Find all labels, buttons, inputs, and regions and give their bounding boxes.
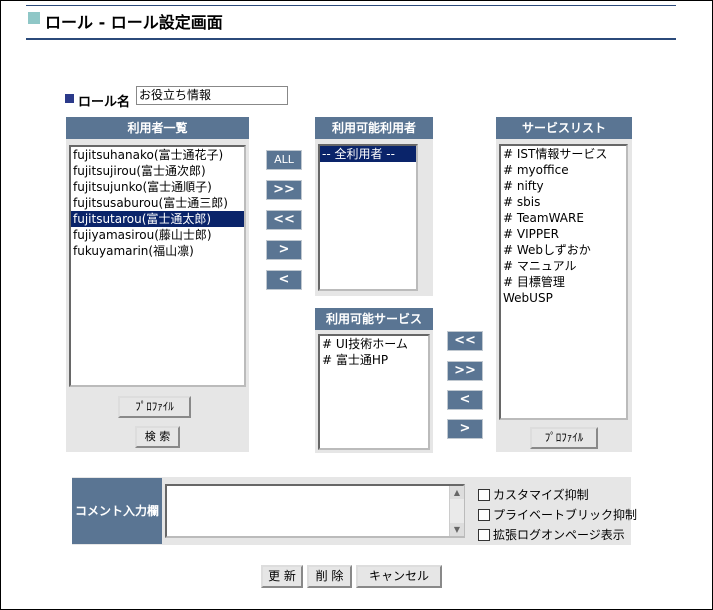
list-item[interactable]: # IST情報サービス [501,146,626,162]
service-list-panel-title: サービスリスト [496,117,632,139]
list-item[interactable]: # sbis [501,194,626,210]
scroll-down-icon[interactable]: ▼ [450,523,464,536]
page-title: ロール - ロール設定画面 [45,13,223,32]
comment-scrollbar[interactable]: ▲ ▼ [449,486,464,536]
list-item[interactable]: # TeamWARE [501,210,626,226]
service-profile-button[interactable]: ﾌﾟﾛﾌｧｲﾙ [530,427,598,449]
private-brick-suppress-checkbox[interactable]: プライベートブリック抑制 [478,506,637,523]
checkbox-label: 拡張ログオンページ表示 [493,528,625,542]
role-name-input[interactable] [136,86,288,105]
role-name-label: ロール名 [78,95,131,110]
list-item[interactable]: # VIPPER [501,226,626,242]
checkbox-icon[interactable] [478,488,490,501]
remove-user-button[interactable]: < [266,270,302,290]
extended-logon-page-checkbox[interactable]: 拡張ログオンページ表示 [478,526,625,543]
checkbox-label: カスタマイズ抑制 [493,488,589,502]
add-user-button[interactable]: > [266,240,302,260]
add-all-users-button[interactable]: >> [266,180,302,200]
all-button[interactable]: ALL [266,150,302,170]
users-panel-title: 利用者一覧 [66,117,249,139]
add-service-button[interactable]: > [447,419,483,439]
customize-suppress-checkbox[interactable]: カスタマイズ抑制 [478,486,589,503]
title-square-icon [28,12,40,24]
list-item[interactable]: WebUSP [501,290,626,306]
list-item[interactable]: fujitsusaburou(富士通三郎) [71,195,244,211]
delete-button[interactable]: 削 除 [307,565,352,588]
list-item[interactable]: -- 全利用者 -- [320,146,416,162]
available-users-listbox[interactable]: -- 全利用者 -- [318,144,418,291]
list-item[interactable]: # Webしずおか [501,242,626,258]
list-item[interactable]: fujitsuhanako(富士通花子) [71,147,244,163]
list-item[interactable]: # myoffice [501,162,626,178]
update-button[interactable]: 更 新 [261,565,303,588]
list-item[interactable]: # nifty [501,178,626,194]
list-item[interactable]: fukuyamarin(福山凛) [71,243,244,259]
service-listbox[interactable]: # IST情報サービス # myoffice # nifty # sbis # Team… [499,144,628,420]
users-profile-button[interactable]: ﾌﾟﾛﾌｧｲﾙ [118,396,191,418]
list-item[interactable]: fujiyamasirou(藤山士郎) [71,227,244,243]
comment-textarea[interactable] [165,484,465,538]
list-item[interactable]: # UI技術ホーム [320,336,428,352]
add-all-services-button[interactable]: >> [447,361,483,381]
checkbox-icon[interactable] [478,528,490,541]
list-item[interactable]: # 目標管理 [501,274,626,290]
users-listbox[interactable]: fujitsuhanako(富士通花子) fujitsujirou(富士通次郎) f… [69,145,246,387]
cancel-button[interactable]: キャンセル [356,565,442,588]
available-users-panel-title: 利用可能利用者 [315,117,433,139]
remove-all-users-button[interactable]: << [266,210,302,230]
scroll-up-icon[interactable]: ▲ [450,486,464,499]
list-item[interactable]: fujitsujunko(富士通順子) [71,179,244,195]
remove-all-services-button[interactable]: << [447,331,483,351]
checkbox-icon[interactable] [478,508,490,521]
list-item[interactable]: # マニュアル [501,258,626,274]
list-item[interactable]: fujitsutarou(富士通太郎) [71,211,244,227]
list-item[interactable]: # 富士通HP [320,352,428,368]
available-services-listbox[interactable]: # UI技術ホーム # 富士通HP [318,334,430,450]
role-bullet-icon [65,94,74,103]
checkbox-label: プライベートブリック抑制 [493,508,638,522]
search-button[interactable]: 検 索 [135,426,180,448]
remove-service-button[interactable]: < [447,390,483,410]
list-item[interactable]: fujitsujirou(富士通次郎) [71,163,244,179]
available-services-panel-title: 利用可能サービス [315,308,433,330]
comment-label: コメント入力欄 [72,478,162,544]
